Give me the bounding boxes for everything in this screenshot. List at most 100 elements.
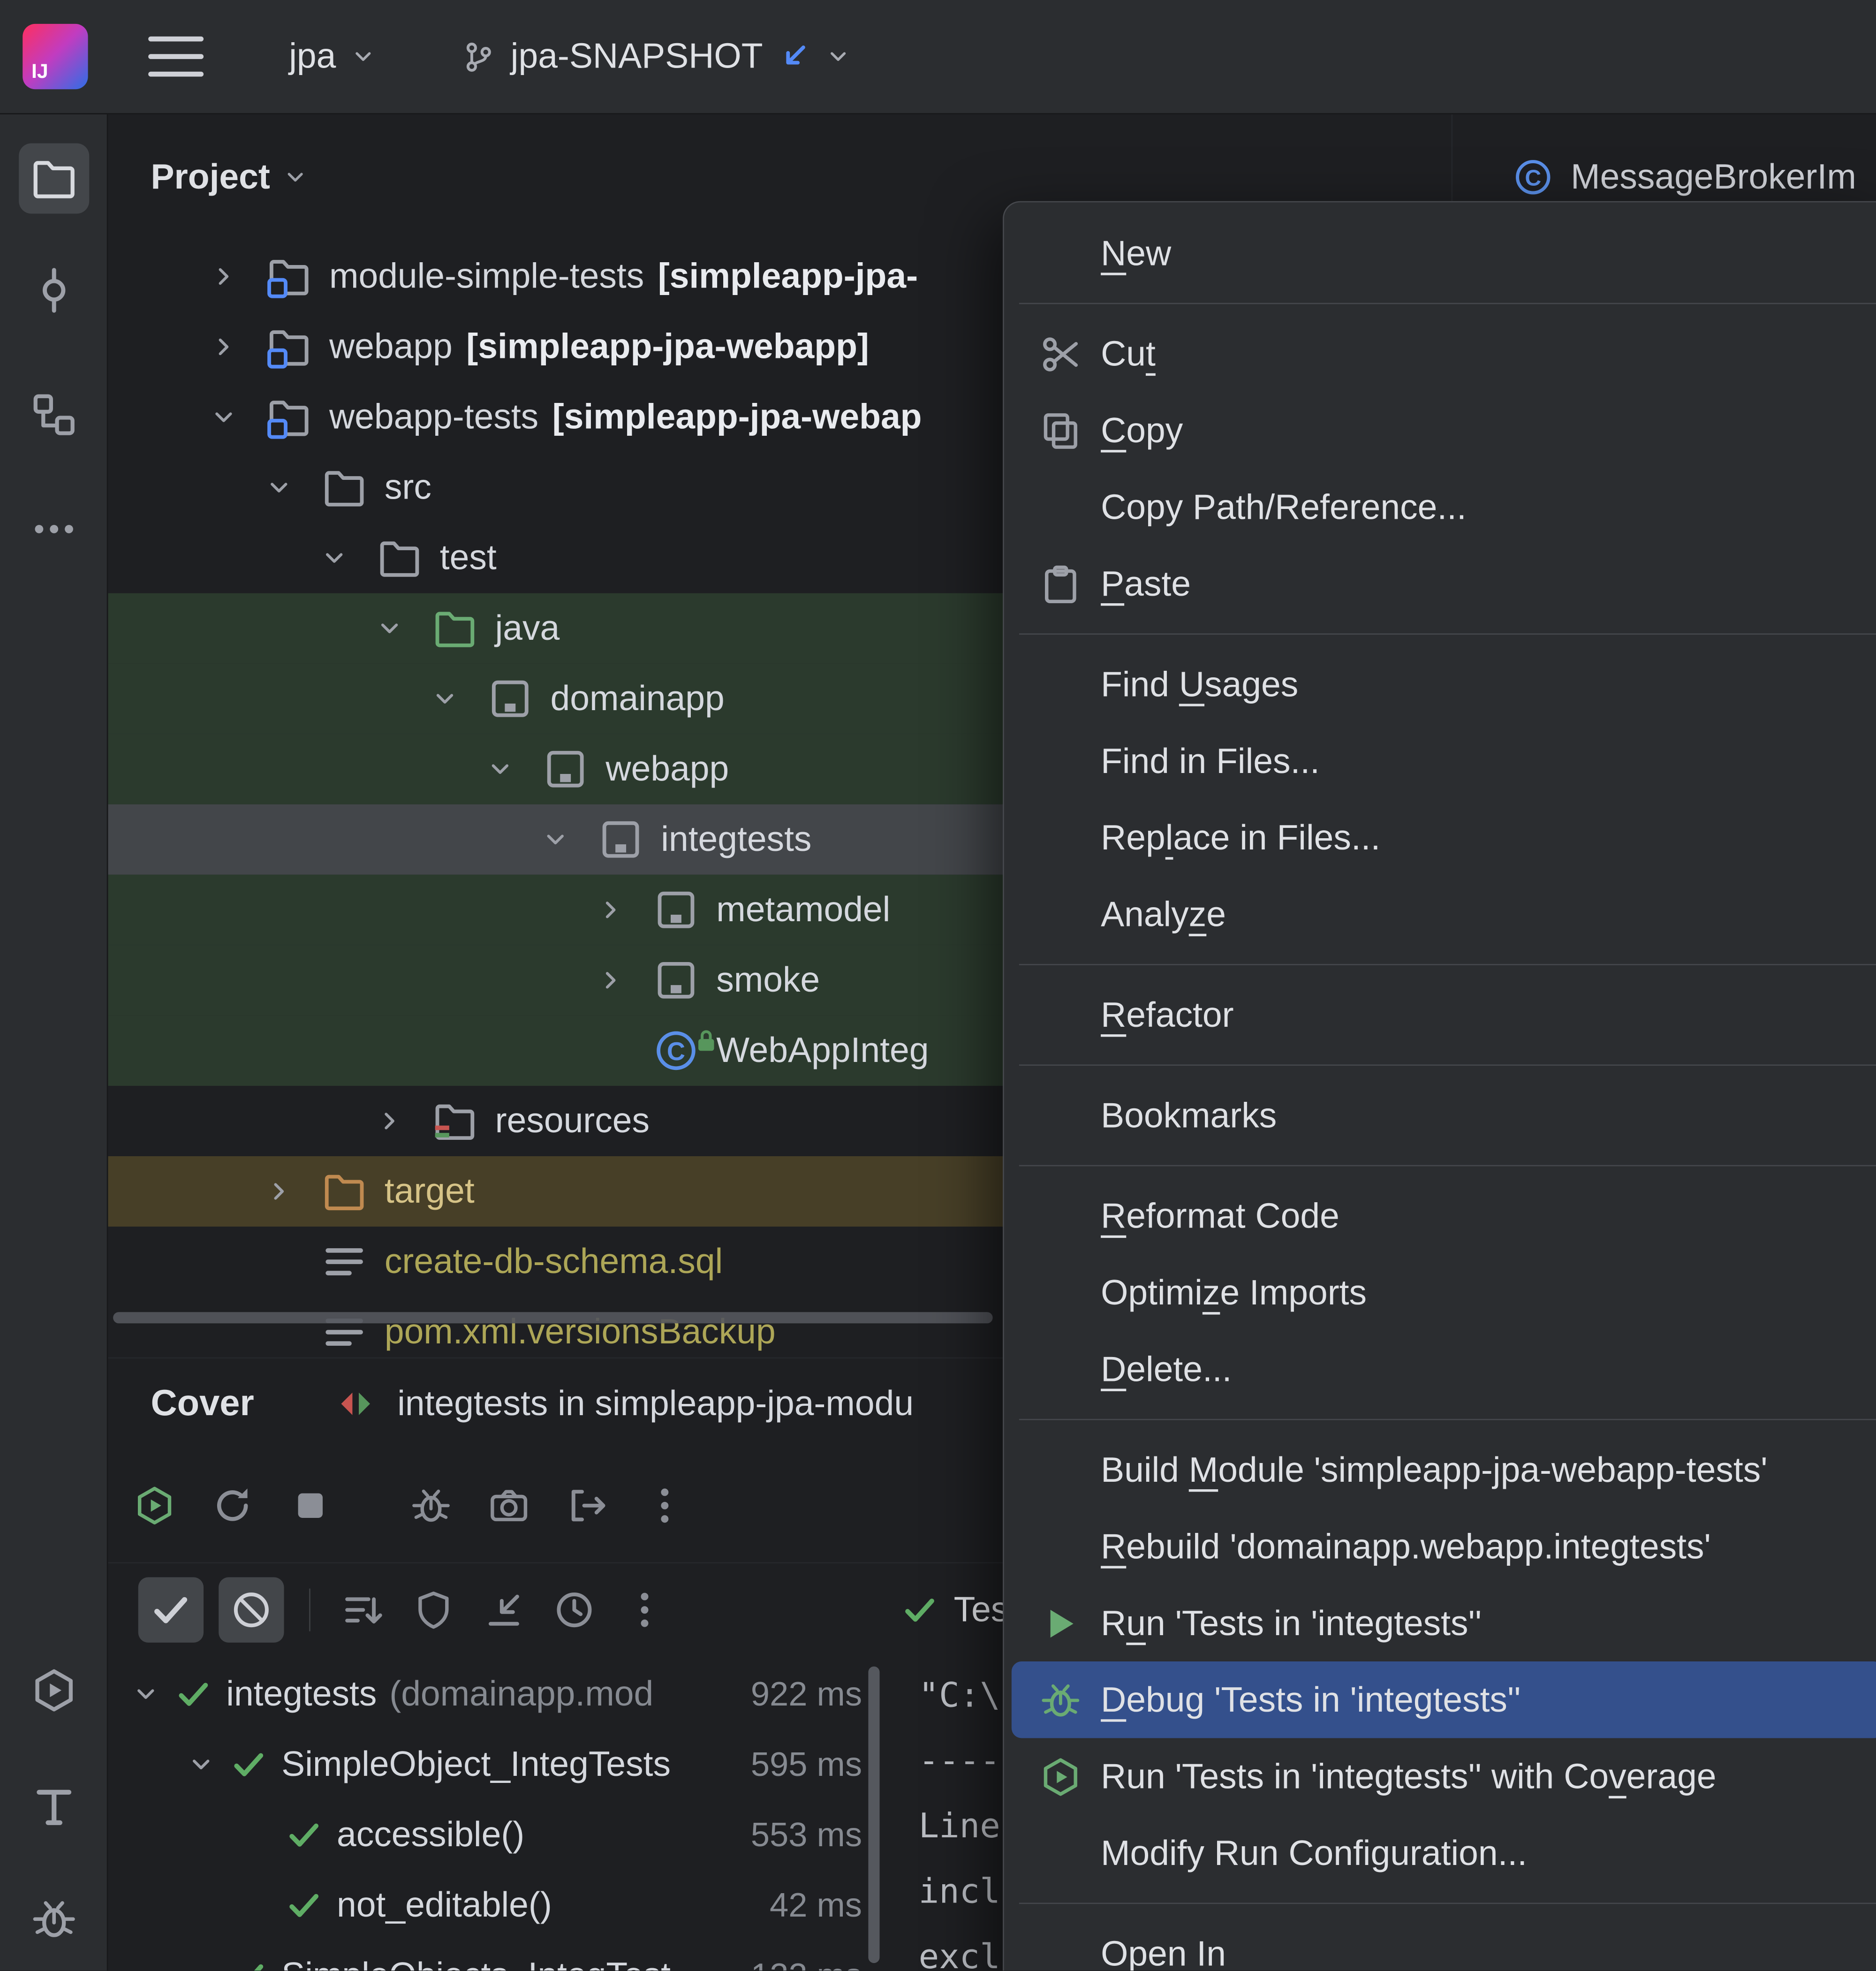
exit-icon (566, 1484, 608, 1527)
menu-item-modify-run-configuration[interactable]: Modify Run Configuration... (1004, 1815, 1876, 1891)
chevron-down-icon[interactable] (528, 804, 583, 875)
tree-item-label: webapp (605, 749, 729, 788)
chevron-right-icon[interactable] (251, 1156, 307, 1227)
menu-item-replace-in-files[interactable]: Replace in Files... (1004, 799, 1876, 876)
coverage-suite[interactable]: integtests in simpleapp-jpa-modu (334, 1382, 914, 1425)
debug-button[interactable] (403, 1478, 459, 1533)
menu-item-label: Run 'Tests in 'integtests'' (1101, 1603, 1482, 1642)
menu-item-find-in-files[interactable]: Find in Files... (1004, 723, 1876, 799)
horizontal-scrollbar[interactable] (113, 1312, 993, 1324)
menu-item-label: Copy Path/Reference... (1101, 487, 1467, 526)
menu-item-label: Replace in Files... (1101, 817, 1381, 857)
hexagon-play-icon (1036, 1755, 1086, 1798)
menu-item-run-tests-in-integtests[interactable]: Run 'Tests in 'integtests'' (1004, 1585, 1876, 1661)
menu-item-new[interactable]: New (1004, 215, 1876, 291)
tree-item-label: WebAppInteg (716, 1031, 929, 1070)
menu-item-copy-path-reference[interactable]: Copy Path/Reference... (1004, 469, 1876, 545)
coverage-suite-label: integtests in simpleapp-jpa-modu (397, 1383, 914, 1423)
svg-text:C: C (667, 1038, 685, 1066)
coverage-tab-title[interactable]: Cover (151, 1383, 254, 1425)
stripe-button-debug[interactable] (26, 1891, 81, 1947)
menu-separator (1019, 1064, 1876, 1066)
test-row-integtests[interactable]: integtests (domainapp.mod 922 ms (107, 1659, 867, 1729)
chevron-right-icon[interactable] (196, 311, 251, 382)
chevron-down-icon[interactable] (176, 1941, 226, 1971)
class-icon: C (1513, 157, 1553, 197)
package-icon (538, 747, 593, 792)
sort-button[interactable] (335, 1582, 391, 1637)
menu-item-bookmarks[interactable]: Bookmarks (1004, 1077, 1876, 1153)
exit-button[interactable] (559, 1478, 614, 1533)
more-button[interactable] (637, 1478, 692, 1533)
stripe-button-run[interactable] (26, 1663, 81, 1718)
test-passed-icon (171, 1675, 216, 1713)
history-button[interactable] (546, 1582, 602, 1637)
test-name: SimpleObject_IntegTests (281, 1744, 671, 1783)
menu-separator (1019, 303, 1876, 304)
chevron-right-icon[interactable] (583, 875, 638, 945)
test-passed-icon (281, 1887, 326, 1924)
chevron-right-icon[interactable] (362, 1086, 417, 1156)
menu-item-copy[interactable]: Copy (1004, 392, 1876, 469)
editor-tab[interactable]: C MessageBrokerIm (1513, 157, 1856, 197)
menu-item-label: Cut (1101, 334, 1156, 373)
menu-item-run-tests-in-integtests-with-coverage[interactable]: Run 'Tests in 'integtests'' with Coverag… (1004, 1738, 1876, 1814)
chevron-down-icon[interactable] (307, 523, 362, 593)
show-passed-button[interactable] (138, 1577, 204, 1643)
navigate-button[interactable] (476, 1582, 531, 1637)
menu-item-paste[interactable]: Paste (1004, 546, 1876, 622)
menu-item-optimize-imports[interactable]: Optimize Imports (1004, 1254, 1876, 1331)
stripe-button-build[interactable] (26, 1778, 81, 1834)
chevron-down-icon[interactable] (362, 593, 417, 664)
chevron-right-icon[interactable] (196, 241, 251, 311)
chevron-right-icon[interactable] (583, 945, 638, 1016)
build-hammer-icon (30, 1782, 77, 1830)
test-row-not-editable[interactable]: not_editable() 42 ms (107, 1870, 867, 1941)
project-selector[interactable]: jpa (281, 37, 384, 77)
menu-item-find-usages[interactable]: Find Usages (1004, 646, 1876, 722)
menu-item-cut[interactable]: Cut (1004, 316, 1876, 392)
test-name: SimpleObjects_IntegTest (281, 1956, 671, 1971)
chevron-down-icon[interactable] (196, 382, 251, 453)
menu-item-rebuild-domainapp-webapp-integtests[interactable]: Rebuild 'domainapp.webapp.integtests' (1004, 1508, 1876, 1584)
test-row-simpleobject-integtests[interactable]: SimpleObject_IntegTests 595 ms (107, 1729, 867, 1800)
screenshot-button[interactable] (481, 1478, 537, 1533)
test-row-accessible[interactable]: accessible() 553 ms (107, 1799, 867, 1870)
menu-item-delete[interactable]: Delete... (1004, 1331, 1876, 1407)
test-name: integtests (226, 1674, 377, 1713)
stripe-button-structure[interactable] (26, 387, 81, 442)
vertical-scrollbar[interactable] (868, 1666, 880, 1963)
menu-item-analyze[interactable]: Analyze (1004, 876, 1876, 952)
chevron-down-icon[interactable] (417, 664, 473, 734)
menu-item-label: Paste (1101, 563, 1191, 603)
test-name: not_editable() (337, 1885, 552, 1925)
stripe-button-commit[interactable] (26, 263, 81, 318)
menu-item-debug-tests-in-integtests[interactable]: Debug 'Tests in 'integtests'' (1011, 1661, 1876, 1738)
test-row-simpleobjects-integtest[interactable]: SimpleObjects_IntegTest 122 ms (107, 1940, 867, 1971)
chevron-down-icon[interactable] (472, 734, 528, 804)
main-menu-button[interactable] (148, 36, 204, 77)
menu-item-build-module-simpleapp-jpa-webapp-tests[interactable]: Build Module 'simpleapp-jpa-webapp-tests… (1004, 1432, 1876, 1508)
chevron-down-icon[interactable] (251, 453, 307, 523)
suppress-button[interactable] (406, 1582, 461, 1637)
test-passed-icon (226, 1957, 271, 1971)
more-button[interactable] (617, 1582, 673, 1637)
stripe-button-more[interactable] (26, 501, 81, 557)
vcs-branch-selector[interactable]: jpa-SNAPSHOT (454, 37, 858, 77)
chevron-down-icon[interactable] (176, 1729, 226, 1800)
stop-button[interactable] (283, 1478, 338, 1533)
chevron-down-icon (351, 44, 377, 69)
menu-item-open-in[interactable]: Open In (1004, 1915, 1876, 1971)
menu-item-refactor[interactable]: Refactor (1004, 977, 1876, 1053)
structure-icon (30, 391, 77, 439)
lock-icon (694, 1028, 719, 1054)
menu-separator (1019, 1903, 1876, 1904)
menu-item-label: Rebuild 'domainapp.webapp.integtests' (1101, 1526, 1711, 1566)
rerun-coverage-button[interactable] (127, 1478, 182, 1533)
stripe-button-project[interactable] (18, 143, 89, 214)
chevron-down-icon[interactable] (121, 1659, 171, 1729)
show-ignored-button[interactable] (219, 1577, 284, 1643)
menu-item-reformat-code[interactable]: Reformat Code (1004, 1178, 1876, 1254)
rerun-failed-button[interactable] (205, 1478, 260, 1533)
menu-item-label: Find Usages (1101, 664, 1299, 704)
